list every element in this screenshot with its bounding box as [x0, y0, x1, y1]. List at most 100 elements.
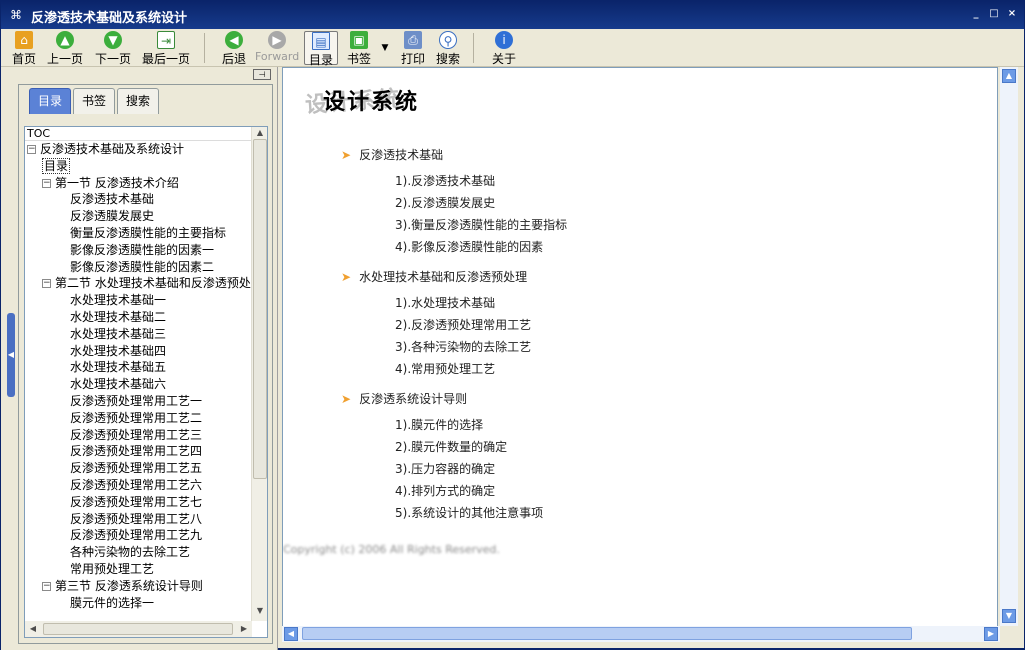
collapse-toggle-icon[interactable]: − — [42, 279, 51, 289]
content-view[interactable]: 设计系统 设计系统 Copyright (c) 2006 All Rights … — [282, 67, 998, 640]
tree-item[interactable]: 反渗透预处理常用工艺五 — [25, 460, 252, 477]
tree-item[interactable]: 膜元件的选择一 — [25, 595, 252, 612]
tree-item[interactable]: 水处理技术基础三 — [25, 326, 252, 343]
collapse-toggle-icon[interactable]: − — [27, 145, 36, 154]
content-link[interactable]: 3).衡量反渗透膜性能的主要指标 — [395, 216, 567, 233]
tree-item-label: 衡量反渗透膜性能的主要指标 — [70, 225, 227, 240]
tab-toc[interactable]: 目录 — [29, 88, 72, 114]
scroll-right-icon[interactable]: ▶ — [984, 627, 998, 641]
forward-button[interactable]: ▶ Forward — [255, 31, 299, 65]
tree-item[interactable]: 反渗透预处理常用工艺六 — [25, 477, 252, 494]
tree-item[interactable]: 水处理技术基础二 — [25, 309, 252, 326]
content-link[interactable]: 5).系统设计的其他注意事项 — [395, 504, 543, 521]
pin-icon[interactable]: ⊣ — [253, 69, 271, 80]
tree-item[interactable]: 影像反渗透膜性能的因素一 — [25, 242, 252, 259]
content-link[interactable]: 1).膜元件的选择 — [395, 416, 483, 433]
section-heading[interactable]: ➤ 水处理技术基础和反渗透预处理 — [341, 268, 527, 285]
home-button[interactable]: ⌂ 首页 — [9, 31, 39, 66]
tree-item[interactable]: 反渗透预处理常用工艺八 — [25, 511, 252, 528]
toc-icon: ▤ — [312, 32, 330, 50]
scroll-up-icon[interactable]: ▲ — [1002, 69, 1016, 83]
bookmark-button[interactable]: ▣ 书签 — [344, 31, 374, 66]
content-link[interactable]: 2).反渗透预处理常用工艺 — [395, 316, 531, 333]
tree-item[interactable]: 水处理技术基础五 — [25, 359, 252, 376]
tree-item[interactable]: 目录 — [25, 157, 252, 175]
about-button[interactable]: i 关于 — [489, 31, 519, 66]
prev-page-button[interactable]: ▲ 上一页 — [45, 31, 85, 66]
tree-item[interactable]: 反渗透预处理常用工艺九 — [25, 527, 252, 544]
print-button[interactable]: ⎙ 打印 — [399, 31, 427, 66]
tree-item[interactable]: 反渗透技术基础 — [25, 191, 252, 208]
collapse-toggle-icon[interactable]: − — [42, 178, 51, 188]
tree-item-label: 反渗透预处理常用工艺一 — [70, 393, 203, 408]
arrow-bullet-icon: ➤ — [341, 270, 352, 284]
tree-item[interactable]: 反渗透预处理常用工艺二 — [25, 410, 252, 427]
tree-horizontal-scrollbar[interactable]: ◀ ▶ — [25, 621, 252, 637]
content-link[interactable]: 3).各种污染物的去除工艺 — [395, 338, 531, 355]
scroll-down-icon[interactable]: ▼ — [252, 603, 267, 619]
scroll-left-icon[interactable]: ◀ — [25, 621, 41, 637]
content-link[interactable]: 2).膜元件数量的确定 — [395, 438, 507, 455]
toolbar-separator — [204, 33, 205, 63]
tree-item[interactable]: 水处理技术基础一 — [25, 292, 252, 309]
toc-button[interactable]: ▤ 目录 — [304, 31, 338, 67]
content-link[interactable]: 4).常用预处理工艺 — [395, 360, 495, 377]
content-link[interactable]: 4).影像反渗透膜性能的因素 — [395, 238, 543, 255]
scroll-thumb[interactable] — [253, 139, 267, 479]
tree-item[interactable]: 各种污染物的去除工艺 — [25, 544, 252, 561]
section-heading[interactable]: ➤ 反渗透系统设计导则 — [341, 390, 467, 407]
scroll-thumb[interactable] — [43, 623, 233, 635]
tree-item[interactable]: 衡量反渗透膜性能的主要指标 — [25, 225, 252, 242]
tree-item[interactable]: 水处理技术基础四 — [25, 343, 252, 360]
tree-item-label: 各种污染物的去除工艺 — [70, 545, 191, 560]
content-link[interactable]: 3).压力容器的确定 — [395, 460, 495, 477]
search-button[interactable]: ⚲ 搜索 — [434, 31, 462, 66]
scroll-right-icon[interactable]: ▶ — [236, 621, 252, 637]
tree-item[interactable]: 反渗透预处理常用工艺三 — [25, 427, 252, 444]
maximize-button[interactable]: □ — [986, 7, 1002, 21]
tree-item-label: 反渗透预处理常用工艺三 — [70, 427, 203, 442]
tree-item[interactable]: 水处理技术基础六 — [25, 376, 252, 393]
tree-item-label: 水处理技术基础一 — [70, 293, 167, 308]
tree-item-label: 反渗透预处理常用工艺二 — [70, 410, 203, 425]
tree-item-label: 常用预处理工艺 — [70, 561, 155, 576]
scroll-down-icon[interactable]: ▼ — [1002, 609, 1016, 623]
tree-item-label: 水处理技术基础三 — [70, 326, 167, 341]
next-page-button[interactable]: ▼ 下一页 — [93, 31, 133, 66]
tree-item[interactable]: 反渗透预处理常用工艺四 — [25, 443, 252, 460]
last-page-button[interactable]: ⇥ 最后一页 — [140, 31, 192, 66]
content-link[interactable]: 2).反渗透膜发展史 — [395, 194, 495, 211]
collapse-pane-handle[interactable]: ◀ — [7, 313, 15, 397]
tree-item[interactable]: − 第一节 反渗透技术介绍 — [25, 175, 252, 192]
content-vertical-scrollbar[interactable]: ▲ ▼ — [1000, 67, 1018, 626]
tree-item[interactable]: − 第二节 水处理技术基础和反渗透预处 — [25, 275, 252, 292]
app-icon[interactable]: ⌘ — [9, 8, 23, 22]
section-heading[interactable]: ➤ 反渗透技术基础 — [341, 146, 443, 163]
tree-item-label: 影像反渗透膜性能的因素二 — [70, 259, 215, 274]
scroll-left-icon[interactable]: ◀ — [284, 627, 298, 641]
tab-bookmarks[interactable]: 书签 — [73, 88, 116, 114]
content-link[interactable]: 4).排列方式的确定 — [395, 482, 495, 499]
tree-item[interactable]: − 反渗透技术基础及系统设计 — [25, 141, 252, 158]
collapse-toggle-icon[interactable]: − — [42, 581, 51, 591]
content-horizontal-scrollbar[interactable]: ◀ ▶ — [282, 626, 1000, 642]
tree-item-label: 反渗透预处理常用工艺七 — [70, 494, 203, 509]
scroll-thumb[interactable] — [302, 627, 912, 640]
tree-item[interactable]: 常用预处理工艺 — [25, 561, 252, 578]
bookmark-dropdown[interactable]: ▼ — [379, 31, 391, 65]
content-link[interactable]: 1).水处理技术基础 — [395, 294, 495, 311]
tree-item[interactable]: 反渗透膜发展史 — [25, 208, 252, 225]
toc-tree[interactable]: TOC − 反渗透技术基础及系统设计 目录 − 第一节 反渗透技术介绍 反渗透技术基础 反渗… — [24, 126, 268, 638]
title-bar[interactable]: ⌘ 反渗透技术基础及系统设计 _ □ × — [1, 1, 1024, 29]
content-link[interactable]: 1).反渗透技术基础 — [395, 172, 495, 189]
tab-search[interactable]: 搜索 — [117, 88, 160, 114]
minimize-button[interactable]: _ — [968, 7, 984, 21]
tree-item[interactable]: 影像反渗透膜性能的因素二 — [25, 259, 252, 276]
tree-item[interactable]: − 第三节 反渗透系统设计导则 — [25, 578, 252, 595]
tree-item-label: 第三节 反渗透系统设计导则 — [55, 578, 203, 593]
tree-item[interactable]: 反渗透预处理常用工艺一 — [25, 393, 252, 410]
tree-vertical-scrollbar[interactable]: ▲ ▼ — [251, 127, 267, 621]
close-button[interactable]: × — [1004, 7, 1020, 21]
tree-item[interactable]: 反渗透预处理常用工艺七 — [25, 494, 252, 511]
back-button[interactable]: ◀ 后退 — [219, 31, 249, 66]
